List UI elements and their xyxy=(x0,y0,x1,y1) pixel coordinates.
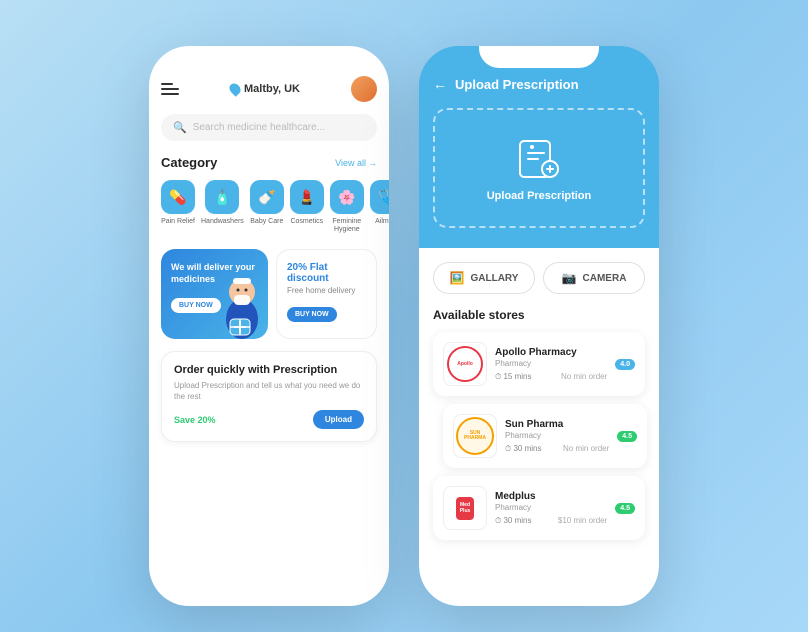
stores-section: 🖼️ GALLARY 📷 CAMERA Available stores Apo… xyxy=(419,248,659,606)
back-arrow-icon[interactable]: ← xyxy=(433,76,447,92)
right-phone-notch xyxy=(479,46,599,68)
search-bar[interactable]: 🔍 Search medicine healthcare... xyxy=(161,114,377,141)
prescription-sub: Upload Prescription and tell us what you… xyxy=(174,380,364,402)
doctor-illustration xyxy=(215,264,268,339)
gallery-label: GALLARY xyxy=(470,273,518,284)
gallery-button[interactable]: 🖼️ GALLARY xyxy=(433,262,535,294)
header: Maltby, UK xyxy=(161,76,377,102)
medplus-time: ⏱ 30 mins xyxy=(495,516,531,526)
left-phone-content: Maltby, UK 🔍 Search medicine healthcare.… xyxy=(149,46,389,606)
sun-badge: 4.5 xyxy=(617,431,637,442)
medplus-info: Medplus Pharmacy ⏱ 30 mins $10 min order xyxy=(495,491,607,526)
sun-min-order: No min order xyxy=(563,444,609,453)
upload-dropzone[interactable]: Upload Prescription xyxy=(433,108,645,228)
delivery-text: Free home delivery xyxy=(287,286,366,295)
sun-type: Pharmacy xyxy=(505,431,609,440)
cosmetics-icon: 💄 xyxy=(290,180,324,214)
discount-banner: 20% Flat discount Free home delivery BUY… xyxy=(276,249,377,339)
prescription-title: Order quickly with Prescription xyxy=(174,364,364,376)
store-card-medplus[interactable]: MedPlus Medplus Pharmacy ⏱ 30 mins $10 m… xyxy=(433,476,645,540)
handwashers-icon: 🧴 xyxy=(205,180,239,214)
sun-info: Sun Pharma Pharmacy ⏱ 30 mins No min ord… xyxy=(505,419,609,454)
upload-section: ← Upload Prescription Upload Prescriptio… xyxy=(419,46,659,248)
discount-text: 20% Flat discount xyxy=(287,262,366,284)
apollo-name: Apollo Pharmacy xyxy=(495,347,607,358)
medplus-name: Medplus xyxy=(495,491,607,502)
medplus-logo: MedPlus xyxy=(443,486,487,530)
hamburger-menu[interactable] xyxy=(161,83,179,95)
sun-logo: SUNPHARMA xyxy=(453,414,497,458)
back-row: ← Upload Prescription xyxy=(433,76,645,92)
feminine-hygiene-label: Feminine Hygiene xyxy=(330,218,364,235)
location-icon xyxy=(227,81,243,97)
view-all-link[interactable]: View all → xyxy=(335,158,377,168)
apollo-type: Pharmacy xyxy=(495,359,607,368)
camera-icon: 📷 xyxy=(562,271,577,285)
upload-prescription-title: Upload Prescription xyxy=(455,77,579,92)
medplus-min-order: $10 min order xyxy=(558,516,607,525)
sun-name: Sun Pharma xyxy=(505,419,609,430)
upload-button[interactable]: Upload xyxy=(313,410,364,429)
apollo-min-order: No min order xyxy=(561,372,607,381)
category-header: Category View all → xyxy=(161,155,377,170)
apollo-meta: ⏱ 15 mins No min order xyxy=(495,372,607,382)
category-baby-care[interactable]: 🍼 Baby Care xyxy=(250,180,284,235)
category-title: Category xyxy=(161,155,217,170)
baby-care-icon: 🍼 xyxy=(250,180,284,214)
prescription-footer: Save 20% Upload xyxy=(174,410,364,429)
banners: We will deliver your medicines BUY NOW xyxy=(161,249,377,339)
store-card-sun[interactable]: SUNPHARMA Sun Pharma Pharmacy ⏱ 30 mins … xyxy=(443,404,647,468)
left-phone: Maltby, UK 🔍 Search medicine healthcare.… xyxy=(149,46,389,606)
category-cosmetics[interactable]: 💄 Cosmetics xyxy=(290,180,324,235)
buy-now-button-left[interactable]: BUY NOW xyxy=(171,298,221,313)
handwashers-label: Handwashers xyxy=(201,218,244,226)
ailment-icon: 🩺 xyxy=(370,180,389,214)
right-phone-content: ← Upload Prescription Upload Prescriptio… xyxy=(419,46,659,606)
category-pain-relief[interactable]: 💊 Pain Relief xyxy=(161,180,195,235)
medplus-meta: ⏱ 30 mins $10 min order xyxy=(495,516,607,526)
store-card-apollo[interactable]: Apollo Apollo Pharmacy Pharmacy ⏱ 15 min… xyxy=(433,332,645,396)
sun-time: ⏱ 30 mins xyxy=(505,444,541,454)
sun-meta: ⏱ 30 mins No min order xyxy=(505,444,609,454)
category-handwashers[interactable]: 🧴 Handwashers xyxy=(201,180,244,235)
camera-button[interactable]: 📷 CAMERA xyxy=(543,262,645,294)
ailment-label: Ailment xyxy=(375,218,389,226)
avatar[interactable] xyxy=(351,76,377,102)
category-ailment[interactable]: 🩺 Ailment xyxy=(370,180,389,235)
apollo-info: Apollo Pharmacy Pharmacy ⏱ 15 mins No mi… xyxy=(495,347,607,382)
camera-label: CAMERA xyxy=(583,273,627,284)
pain-relief-icon: 💊 xyxy=(161,180,195,214)
apollo-time: ⏱ 15 mins xyxy=(495,372,531,382)
right-phone: ← Upload Prescription Upload Prescriptio… xyxy=(419,46,659,606)
save-text: Save 20% xyxy=(174,415,216,425)
upload-prescription-icon xyxy=(515,134,563,182)
pain-relief-label: Pain Relief xyxy=(161,218,195,226)
category-feminine-hygiene[interactable]: 🌸 Feminine Hygiene xyxy=(330,180,364,235)
buy-now-button-right[interactable]: BUY NOW xyxy=(287,307,337,322)
phone-notch xyxy=(209,46,329,68)
upload-box-label: Upload Prescription xyxy=(487,190,592,202)
apollo-logo: Apollo xyxy=(443,342,487,386)
prescription-card: Order quickly with Prescription Upload P… xyxy=(161,351,377,442)
apollo-badge: 4.0 xyxy=(615,359,635,370)
category-list: 💊 Pain Relief 🧴 Handwashers 🍼 Baby Care … xyxy=(161,180,377,235)
location-text: Maltby, UK xyxy=(244,83,300,95)
available-stores-title: Available stores xyxy=(433,308,645,322)
delivery-banner: We will deliver your medicines BUY NOW xyxy=(161,249,268,339)
feminine-hygiene-icon: 🌸 xyxy=(330,180,364,214)
medplus-type: Pharmacy xyxy=(495,503,607,512)
gallery-icon: 🖼️ xyxy=(450,271,465,285)
location-display: Maltby, UK xyxy=(230,83,300,95)
gallery-camera-row: 🖼️ GALLARY 📷 CAMERA xyxy=(433,262,645,294)
search-placeholder: Search medicine healthcare... xyxy=(193,122,325,133)
baby-care-label: Baby Care xyxy=(250,218,283,226)
search-icon: 🔍 xyxy=(173,121,187,134)
medplus-badge: 4.5 xyxy=(615,503,635,514)
cosmetics-label: Cosmetics xyxy=(290,218,323,226)
